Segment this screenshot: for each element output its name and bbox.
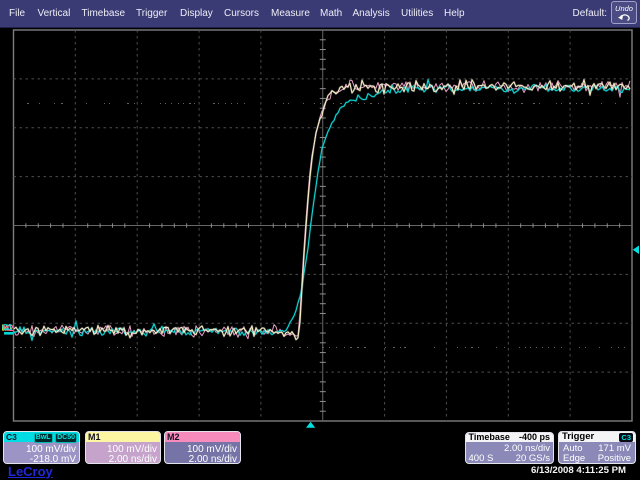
svg-text:C3: C3 xyxy=(2,323,13,332)
